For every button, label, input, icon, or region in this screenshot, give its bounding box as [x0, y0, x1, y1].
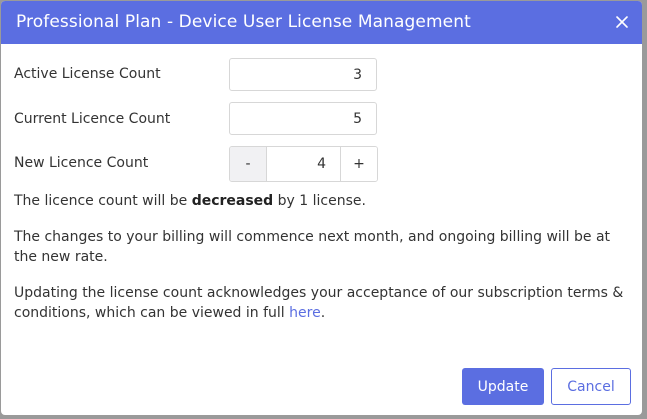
dialog-title: Professional Plan - Device User License …: [16, 12, 471, 32]
terms-suffix: .: [320, 305, 326, 321]
close-icon[interactable]: [613, 13, 631, 31]
cancel-button[interactable]: Cancel: [551, 368, 631, 405]
terms-note: Updating the license count acknowledges …: [14, 283, 626, 323]
change-direction: decreased: [191, 193, 274, 209]
increment-button[interactable]: +: [340, 147, 377, 181]
current-licence-field[interactable]: [229, 102, 377, 135]
new-licence-label: New Licence Count: [14, 155, 149, 171]
change-suffix: by 1 license.: [273, 193, 366, 209]
terms-link[interactable]: here: [289, 305, 321, 321]
new-licence-stepper: - +: [229, 146, 378, 182]
decrement-button[interactable]: -: [230, 147, 267, 181]
change-summary: The licence count will be decreased by 1…: [14, 191, 626, 211]
new-licence-input[interactable]: [267, 147, 340, 181]
billing-note: The changes to your billing will commenc…: [14, 229, 611, 265]
change-prefix: The licence count will be: [14, 193, 192, 209]
current-licence-label: Current Licence Count: [14, 111, 171, 127]
license-dialog: Professional Plan - Device User License …: [1, 1, 642, 415]
update-button[interactable]: Update: [462, 368, 544, 405]
active-license-label: Active License Count: [14, 66, 161, 82]
dialog-header: Professional Plan - Device User License …: [1, 1, 642, 44]
active-license-field[interactable]: [229, 58, 377, 91]
